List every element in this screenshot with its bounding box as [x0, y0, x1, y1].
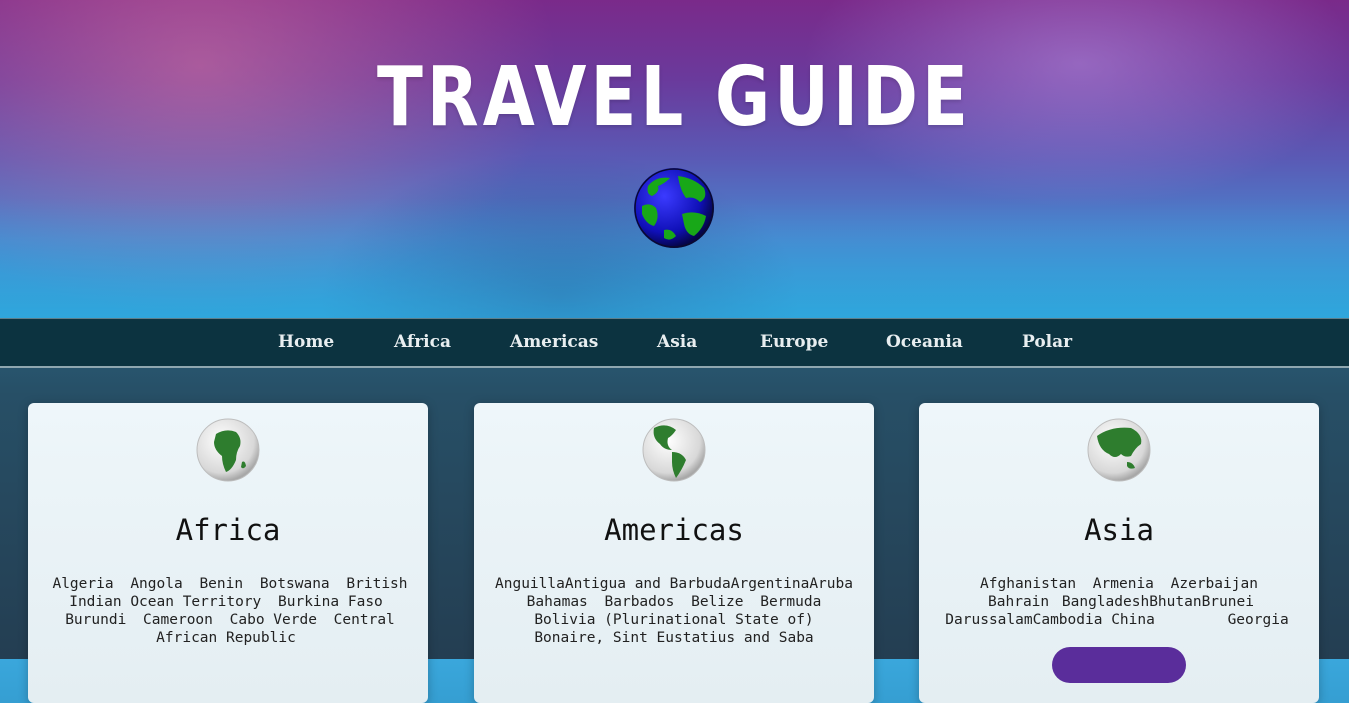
asia-globe-icon [1087, 418, 1151, 482]
card-title: Americas [604, 513, 744, 547]
card-africa: Africa Algeria Angola Benin Botswana Bri… [28, 403, 428, 703]
country-link[interactable]: Antigua and Barbuda [565, 576, 731, 592]
card-asia: Asia Afghanistan Armenia Azerbaijan Bahr… [919, 403, 1319, 703]
country-link[interactable]: Bahrain [988, 594, 1049, 610]
country-link[interactable]: Belize [691, 594, 743, 610]
country-link[interactable]: Armenia [1093, 576, 1154, 592]
globe-icon [634, 168, 714, 248]
country-link[interactable]: Bolivia (Plurinational State of) [534, 612, 813, 628]
nav-americas[interactable]: Americas [510, 332, 598, 352]
country-link[interactable]: Bonaire, Sint Eustatius and Saba [534, 630, 813, 646]
nav-home[interactable]: Home [278, 332, 334, 352]
country-list: Afghanistan Armenia Azerbaijan Bahrain B… [939, 575, 1299, 629]
country-link[interactable]: Benin [199, 576, 243, 592]
hero-banner: TRAVEL GUIDE [0, 0, 1349, 318]
nav-polar[interactable]: Polar [1022, 332, 1072, 352]
country-link[interactable]: Burkina Faso [278, 594, 383, 610]
site-title: TRAVEL GUIDE [376, 50, 973, 145]
americas-globe-icon [642, 418, 706, 482]
nav-europe[interactable]: Europe [760, 332, 828, 352]
country-link[interactable]: Aruba [809, 576, 853, 592]
country-link[interactable]: Bermuda [760, 594, 821, 610]
country-link[interactable]: Anguilla [495, 576, 565, 592]
country-link[interactable]: Cambodia [1033, 612, 1103, 628]
country-link[interactable]: Botswana [260, 576, 330, 592]
country-list: Algeria Angola Benin Botswana British In… [48, 575, 408, 647]
card-americas: Americas AnguillaAntigua and BarbudaArge… [474, 403, 874, 703]
country-list: AnguillaAntigua and BarbudaArgentinaArub… [494, 575, 854, 647]
country-link[interactable]: Georgia [1228, 612, 1289, 628]
country-link[interactable]: Barbados [605, 594, 675, 610]
africa-globe-icon [196, 418, 260, 482]
country-link[interactable]: Bangladesh [1062, 594, 1149, 610]
card-title: Asia [1084, 513, 1154, 547]
country-link[interactable]: Bahamas [527, 594, 588, 610]
view-more-button[interactable] [1052, 647, 1186, 683]
main-nav: Home Africa Americas Asia Europe Oceania… [0, 318, 1349, 368]
country-link[interactable]: Angola [130, 576, 182, 592]
country-link[interactable]: Bhutan [1149, 594, 1201, 610]
country-link[interactable]: Cabo Verde [230, 612, 317, 628]
country-link[interactable]: Burundi [65, 612, 126, 628]
nav-africa[interactable]: Africa [394, 332, 451, 352]
nav-oceania[interactable]: Oceania [886, 332, 963, 352]
country-link[interactable]: China [1111, 612, 1155, 628]
country-link[interactable]: Azerbaijan [1171, 576, 1258, 592]
country-link[interactable]: Cameroon [143, 612, 213, 628]
country-link[interactable]: Algeria [52, 576, 113, 592]
country-link[interactable]: Afghanistan [980, 576, 1076, 592]
nav-asia[interactable]: Asia [657, 332, 697, 352]
card-title: Africa [175, 513, 281, 547]
country-link[interactable]: Argentina [731, 576, 810, 592]
